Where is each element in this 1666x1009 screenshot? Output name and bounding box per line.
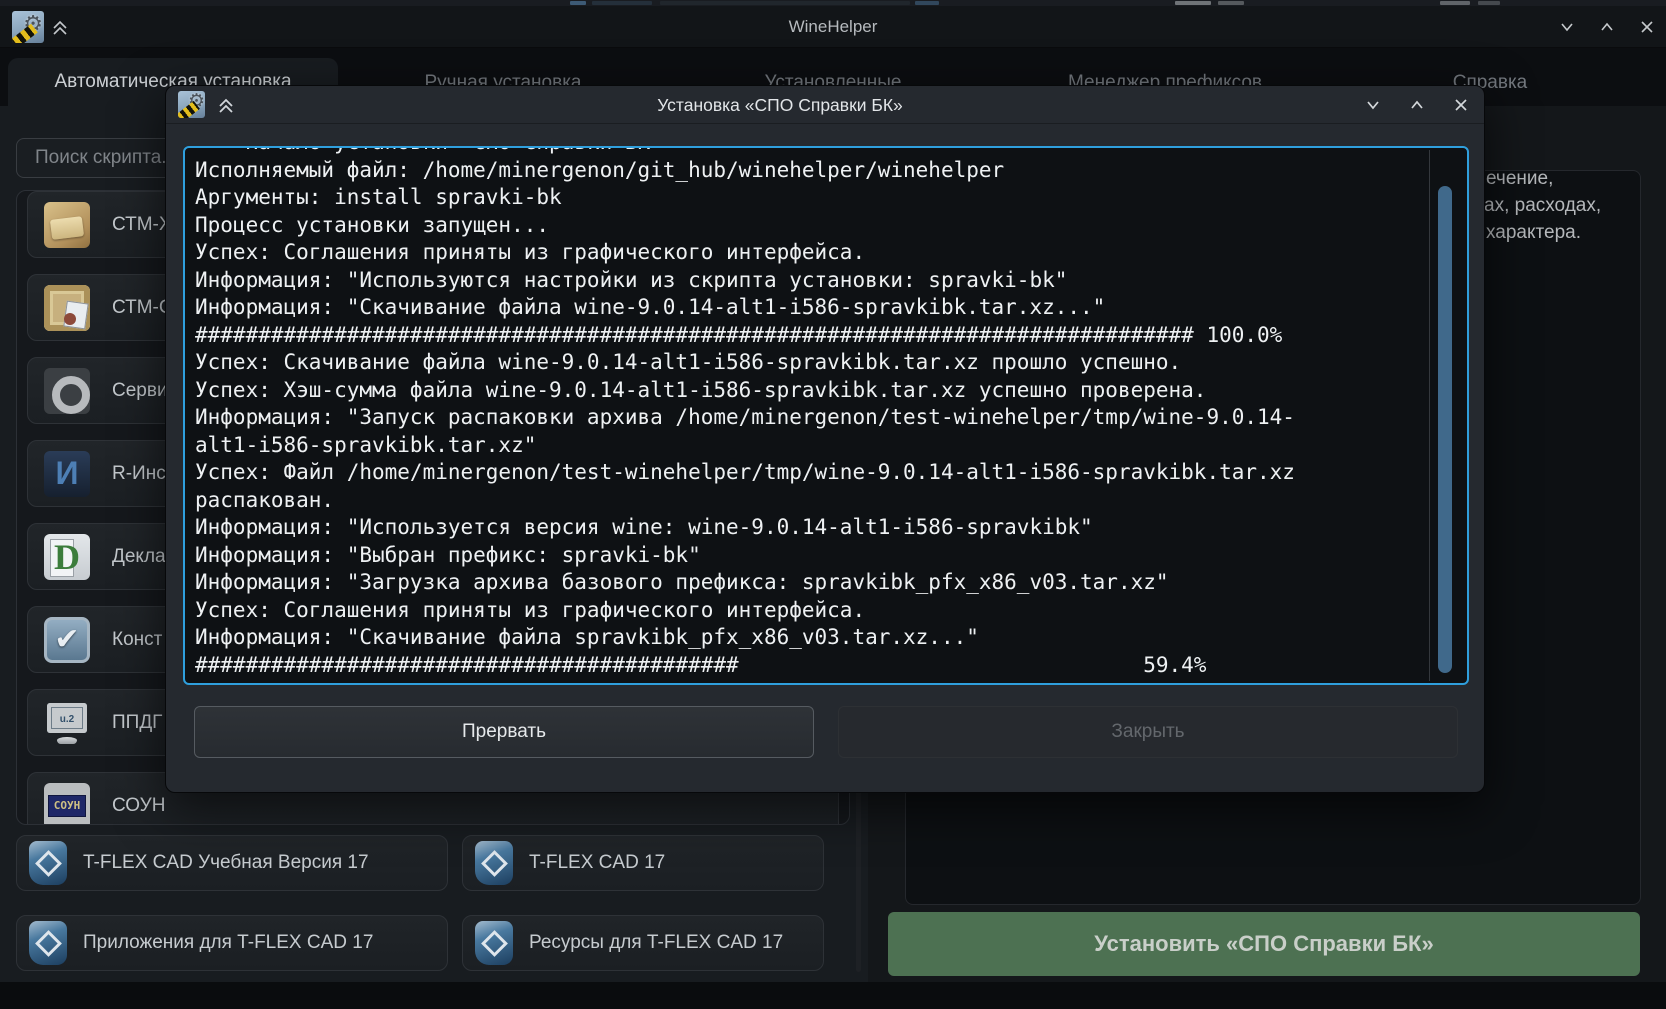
dialog-close-icon[interactable] (1452, 96, 1470, 114)
description-fragment: ах, расходах, (1484, 192, 1601, 219)
log-line: Успех: Соглашения приняты из графическог… (195, 239, 1467, 267)
script-icon: СОУН (44, 783, 90, 826)
log-line: Успех: Хэш-сумма файла wine-9.0.14-alt1-… (195, 377, 1467, 405)
log-line: Успех: Соглашения приняты из графическог… (195, 597, 1467, 625)
sliver-fragment (570, 1, 586, 5)
dialog-button[interactable]: Закрыть (838, 706, 1458, 758)
shortcut-label: T-FLEX CAD Учебная Версия 17 (83, 852, 369, 874)
dialog-minimize-icon[interactable] (1364, 96, 1382, 114)
log-scrollbar-thumb[interactable] (1438, 186, 1452, 673)
script-icon: И (44, 451, 90, 497)
log-line: alt1-i586-spravkibk.tar.xz" (195, 432, 1467, 460)
install-button[interactable]: Установить «СПО Справки БК» (888, 912, 1640, 976)
main-window-controls (1558, 6, 1656, 48)
install-log-text: Начало установки «СПО Справки БК»Исполня… (185, 146, 1467, 679)
log-line: Информация: "Используются настройки из с… (195, 267, 1467, 295)
log-line: Информация: "Загрузка архива базового пр… (195, 569, 1467, 597)
log-line: Успех: Файл /home/minergenon/test-winehe… (195, 459, 1467, 487)
window-title: WineHelper (0, 6, 1666, 48)
shortcut-button[interactable]: Приложения для T-FLEX CAD 17 (16, 915, 448, 971)
dialog-button[interactable]: Прервать (194, 706, 814, 758)
install-dialog: Установка «СПО Справки БК» Начало устано… (165, 85, 1485, 793)
script-label: ППДГ (112, 712, 162, 734)
sliver-fragment (1175, 1, 1211, 5)
script-icon: ✔ (44, 617, 90, 663)
log-line: ########################################… (195, 322, 1467, 350)
log-line: Информация: "Выбран префикс: spravki-bk" (195, 542, 1467, 570)
description-fragment: характера. (1486, 219, 1581, 246)
script-icon: u.2 (44, 700, 90, 746)
screen: WineHelper Автоматическая установкаРучна… (0, 0, 1666, 1009)
shortcut-button[interactable]: T-FLEX CAD Учебная Версия 17 (16, 835, 448, 891)
sliver-fragment (660, 1, 910, 5)
shortcut-button[interactable]: Ресурсы для T-FLEX CAD 17 (462, 915, 824, 971)
script-label: СТМ-Х (112, 214, 172, 236)
log-line: Информация: "Скачивание файла wine-9.0.1… (195, 294, 1467, 322)
script-label: Конст (112, 629, 162, 651)
dialog-title: Установка «СПО Справки БК» (166, 86, 1394, 124)
log-line: Информация: "Запуск распаковки архива /h… (195, 404, 1467, 432)
script-label: R-Инс (112, 463, 166, 485)
script-label: СОУН (112, 795, 165, 817)
script-label: Декла (112, 546, 166, 568)
tflex-icon (475, 921, 513, 965)
script-label: СТМ-С (112, 297, 173, 319)
log-line: ########################################… (195, 652, 1467, 680)
script-label: Серви (112, 380, 168, 402)
dialog-window-controls (1364, 86, 1470, 124)
bottom-strip (0, 982, 1666, 1009)
log-line: Успех: Скачивание файла wine-9.0.14-alt1… (195, 349, 1467, 377)
tflex-icon (475, 841, 513, 885)
sliver-fragment (1218, 1, 1244, 5)
minimize-icon[interactable] (1558, 18, 1576, 36)
script-icon (44, 368, 90, 414)
log-line: Процесс установки запущен... (195, 212, 1467, 240)
dialog-titlebar: Установка «СПО Справки БК» (166, 86, 1484, 124)
log-line: распакован. (195, 487, 1467, 515)
tflex-icon (29, 921, 67, 965)
dialog-button-row: Прервать Закрыть (194, 706, 1458, 758)
log-line: Аргументы: install spravki-bk (195, 184, 1467, 212)
dialog-maximize-icon[interactable] (1408, 96, 1426, 114)
description-fragment: ечение, (1486, 165, 1553, 192)
shortcut-label: Ресурсы для T-FLEX CAD 17 (529, 932, 783, 954)
tflex-icon (29, 841, 67, 885)
script-icon (44, 285, 90, 331)
log-line: Информация: "Используется версия wine: w… (195, 514, 1467, 542)
script-icon: D (44, 534, 90, 580)
log-scrollbar-track-divider (1429, 150, 1430, 681)
shortcut-grid: T-FLEX CAD Учебная Версия 17 T-FLEX CAD … (16, 835, 824, 971)
sliver-fragment (915, 1, 939, 5)
sliver-fragment (1440, 1, 1470, 5)
sliver-fragment (1478, 1, 1500, 5)
close-icon[interactable] (1638, 18, 1656, 36)
maximize-icon[interactable] (1598, 18, 1616, 36)
script-icon (44, 202, 90, 248)
log-line: Исполняемый файл: /home/minergenon/git_h… (195, 157, 1467, 185)
shortcut-label: T-FLEX CAD 17 (529, 852, 665, 874)
install-log-view: Начало установки «СПО Справки БК»Исполня… (183, 146, 1469, 685)
log-line: Информация: "Скачивание файла spravkibk_… (195, 624, 1467, 652)
shortcut-button[interactable]: T-FLEX CAD 17 (462, 835, 824, 891)
sliver-fragment (592, 1, 652, 5)
log-line: Начало установки «СПО Справки БК» (195, 146, 1467, 157)
shortcut-label: Приложения для T-FLEX CAD 17 (83, 932, 373, 954)
